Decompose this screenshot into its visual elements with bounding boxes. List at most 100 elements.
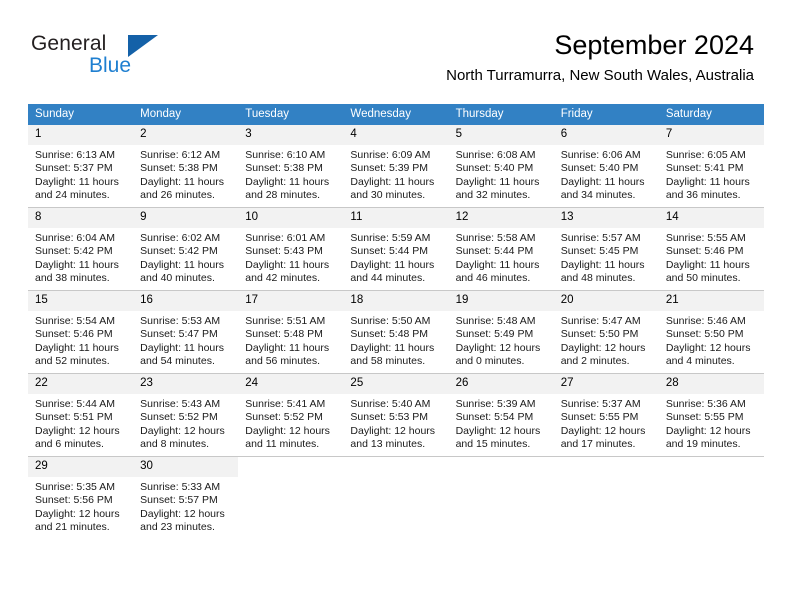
day-number	[659, 457, 764, 477]
calendar-day-cell[interactable]: 8 Sunrise: 6:04 AM Sunset: 5:42 PM Daylight…	[28, 207, 134, 291]
sunrise-text: Sunrise: 5:41 AM	[245, 398, 326, 410]
daylight-text-line1: Daylight: 11 hours	[245, 258, 330, 271]
daylight-text-line2: and 46 minutes.	[455, 272, 531, 285]
calendar-day-cell[interactable]: 3 Sunrise: 6:10 AM Sunset: 5:38 PM Daylight…	[238, 125, 344, 208]
sunrise-text: Sunrise: 5:36 AM	[665, 398, 746, 410]
daylight-text-line2: and 4 minutes.	[665, 355, 735, 368]
daylight-text-line2: and 2 minutes.	[560, 355, 630, 368]
calendar-day-cell[interactable]: 12 Sunrise: 5:58 AM Sunset: 5:44 PM Dayligh…	[448, 207, 554, 291]
sunset-text: Sunset: 5:42 PM	[140, 245, 218, 258]
day-details: Sunrise: 5:54 AM Sunset: 5:46 PM Daylight:…	[28, 311, 133, 369]
day-details: Sunrise: 6:05 AM Sunset: 5:41 PM Daylight:…	[659, 145, 764, 203]
calendar-day-cell[interactable]: 13 Sunrise: 5:57 AM Sunset: 5:45 PM Dayligh…	[553, 207, 659, 291]
calendar-day-cell[interactable]: 11 Sunrise: 5:59 AM Sunset: 5:44 PM Dayligh…	[343, 207, 449, 291]
sunset-text: Sunset: 5:43 PM	[245, 245, 323, 258]
sunrise-text: Sunrise: 6:05 AM	[665, 149, 746, 161]
daylight-text-line1: Daylight: 12 hours	[140, 507, 225, 520]
daylight-text-line2: and 19 minutes.	[665, 438, 741, 451]
calendar-day-cell[interactable]: 7 Sunrise: 6:05 AM Sunset: 5:41 PM Daylight…	[658, 125, 764, 208]
day-details: Sunrise: 6:10 AM Sunset: 5:38 PM Daylight:…	[238, 145, 343, 203]
calendar-day-cell-empty	[238, 456, 344, 539]
calendar-day-cell[interactable]: 16 Sunrise: 5:53 AM Sunset: 5:47 PM Dayligh…	[133, 290, 239, 374]
calendar-day-cell[interactable]: 14 Sunrise: 5:55 AM Sunset: 5:46 PM Dayligh…	[658, 207, 764, 291]
calendar-day-cell[interactable]: 9 Sunrise: 6:02 AM Sunset: 5:42 PM Daylight…	[133, 207, 239, 291]
sunrise-text: Sunrise: 5:53 AM	[140, 315, 221, 327]
daylight-text-line1: Daylight: 11 hours	[455, 258, 540, 271]
daylight-text-line2: and 0 minutes.	[455, 355, 525, 368]
calendar-day-cell[interactable]: 25 Sunrise: 5:40 AM Sunset: 5:53 PM Dayligh…	[343, 373, 449, 457]
calendar-day-cell[interactable]: 2 Sunrise: 6:12 AM Sunset: 5:38 PM Daylight…	[133, 125, 239, 208]
sunrise-text: Sunrise: 5:40 AM	[350, 398, 431, 410]
sunrise-text: Sunrise: 6:09 AM	[350, 149, 431, 161]
day-details: Sunrise: 5:33 AM Sunset: 5:57 PM Daylight:…	[133, 477, 238, 535]
daylight-text-line2: and 50 minutes.	[665, 272, 741, 285]
day-details: Sunrise: 5:46 AM Sunset: 5:50 PM Daylight:…	[659, 311, 764, 369]
sunrise-text: Sunrise: 6:04 AM	[35, 232, 115, 244]
calendar-day-cell[interactable]: 17 Sunrise: 5:51 AM Sunset: 5:48 PM Dayligh…	[238, 290, 344, 374]
sunset-text: Sunset: 5:52 PM	[140, 411, 218, 424]
day-number: 26	[448, 374, 554, 394]
daylight-text-line1: Daylight: 11 hours	[245, 175, 330, 188]
day-details: Sunrise: 6:12 AM Sunset: 5:38 PM Daylight:…	[133, 145, 238, 203]
day-number: 20	[553, 291, 659, 311]
sunset-text: Sunset: 5:46 PM	[665, 245, 744, 258]
calendar-day-cell[interactable]: 28 Sunrise: 5:36 AM Sunset: 5:55 PM Dayligh…	[658, 373, 764, 457]
sunrise-text: Sunrise: 5:47 AM	[560, 315, 641, 327]
daylight-text-line2: and 36 minutes.	[665, 189, 741, 202]
weekday-header-saturday: Saturday	[658, 104, 764, 125]
daylight-text-line2: and 13 minutes.	[350, 438, 426, 451]
calendar-day-cell[interactable]: 4 Sunrise: 6:09 AM Sunset: 5:39 PM Daylight…	[343, 125, 449, 208]
calendar-day-cell[interactable]: 21 Sunrise: 5:46 AM Sunset: 5:50 PM Dayligh…	[658, 290, 764, 374]
daylight-text-line2: and 17 minutes.	[560, 438, 636, 451]
daylight-text-line2: and 24 minutes.	[35, 189, 110, 202]
calendar-day-cell[interactable]: 1 Sunrise: 6:13 AM Sunset: 5:37 PM Daylight…	[28, 125, 134, 208]
daylight-text-line1: Daylight: 12 hours	[350, 424, 436, 437]
sunrise-text: Sunrise: 6:10 AM	[245, 149, 326, 161]
calendar-day-cell[interactable]: 22 Sunrise: 5:44 AM Sunset: 5:51 PM Dayligh…	[28, 373, 134, 457]
calendar-day-cell[interactable]: 19 Sunrise: 5:48 AM Sunset: 5:49 PM Dayligh…	[448, 290, 554, 374]
day-details: Sunrise: 5:51 AM Sunset: 5:48 PM Daylight:…	[238, 311, 343, 369]
daylight-text-line1: Daylight: 12 hours	[560, 424, 646, 437]
calendar-day-cell[interactable]: 24 Sunrise: 5:41 AM Sunset: 5:52 PM Dayligh…	[238, 373, 344, 457]
daylight-text-line1: Daylight: 12 hours	[665, 424, 751, 437]
calendar-day-cell[interactable]: 27 Sunrise: 5:37 AM Sunset: 5:55 PM Dayligh…	[553, 373, 659, 457]
sunset-text: Sunset: 5:40 PM	[455, 162, 534, 175]
sunrise-text: Sunrise: 5:57 AM	[560, 232, 641, 244]
weekday-header-friday: Friday	[553, 104, 659, 125]
sunrise-text: Sunrise: 5:59 AM	[350, 232, 431, 244]
weekday-header-thursday: Thursday	[448, 104, 554, 125]
sunset-text: Sunset: 5:55 PM	[665, 411, 744, 424]
sunset-text: Sunset: 5:53 PM	[350, 411, 429, 424]
daylight-text-line1: Daylight: 12 hours	[560, 341, 646, 354]
day-number: 27	[553, 374, 659, 394]
calendar-day-cell[interactable]: 5 Sunrise: 6:08 AM Sunset: 5:40 PM Daylight…	[448, 125, 554, 208]
calendar-day-cell-empty	[553, 456, 659, 539]
calendar-day-cell[interactable]: 23 Sunrise: 5:43 AM Sunset: 5:52 PM Dayligh…	[133, 373, 239, 457]
calendar-day-cell[interactable]: 29 Sunrise: 5:35 AM Sunset: 5:56 PM Dayligh…	[28, 456, 134, 539]
sunset-text: Sunset: 5:41 PM	[665, 162, 744, 175]
calendar-day-cell[interactable]: 20 Sunrise: 5:47 AM Sunset: 5:50 PM Dayligh…	[553, 290, 659, 374]
daylight-text-line1: Daylight: 11 hours	[560, 175, 645, 188]
calendar-day-cell[interactable]: 30 Sunrise: 5:33 AM Sunset: 5:57 PM Dayligh…	[133, 456, 239, 539]
sunrise-text: Sunrise: 5:39 AM	[455, 398, 536, 410]
sunset-text: Sunset: 5:45 PM	[560, 245, 639, 258]
sunset-text: Sunset: 5:51 PM	[35, 411, 113, 424]
sunset-text: Sunset: 5:54 PM	[455, 411, 534, 424]
day-number	[343, 457, 448, 477]
calendar-day-cell[interactable]: 15 Sunrise: 5:54 AM Sunset: 5:46 PM Dayligh…	[28, 290, 134, 374]
day-number: 8	[28, 208, 134, 228]
daylight-text-line1: Daylight: 11 hours	[665, 175, 750, 188]
sunset-text: Sunset: 5:57 PM	[140, 494, 218, 507]
calendar-day-cell[interactable]: 18 Sunrise: 5:50 AM Sunset: 5:48 PM Dayligh…	[343, 290, 449, 374]
sunrise-text: Sunrise: 5:35 AM	[35, 481, 115, 493]
sunrise-text: Sunrise: 5:54 AM	[35, 315, 115, 327]
calendar-day-cell[interactable]: 6 Sunrise: 6:06 AM Sunset: 5:40 PM Daylight…	[553, 125, 659, 208]
sunrise-text: Sunrise: 6:12 AM	[140, 149, 221, 161]
day-number: 6	[553, 125, 659, 145]
daylight-text-line1: Daylight: 11 hours	[140, 341, 224, 354]
title-block: September 2024 North Turramurra, New Sou…	[446, 28, 754, 87]
calendar-day-cell[interactable]: 10 Sunrise: 6:01 AM Sunset: 5:43 PM Dayligh…	[238, 207, 344, 291]
day-details: Sunrise: 5:57 AM Sunset: 5:45 PM Daylight:…	[554, 228, 659, 286]
day-number	[449, 457, 554, 477]
calendar-day-cell[interactable]: 26 Sunrise: 5:39 AM Sunset: 5:54 PM Dayligh…	[448, 373, 554, 457]
